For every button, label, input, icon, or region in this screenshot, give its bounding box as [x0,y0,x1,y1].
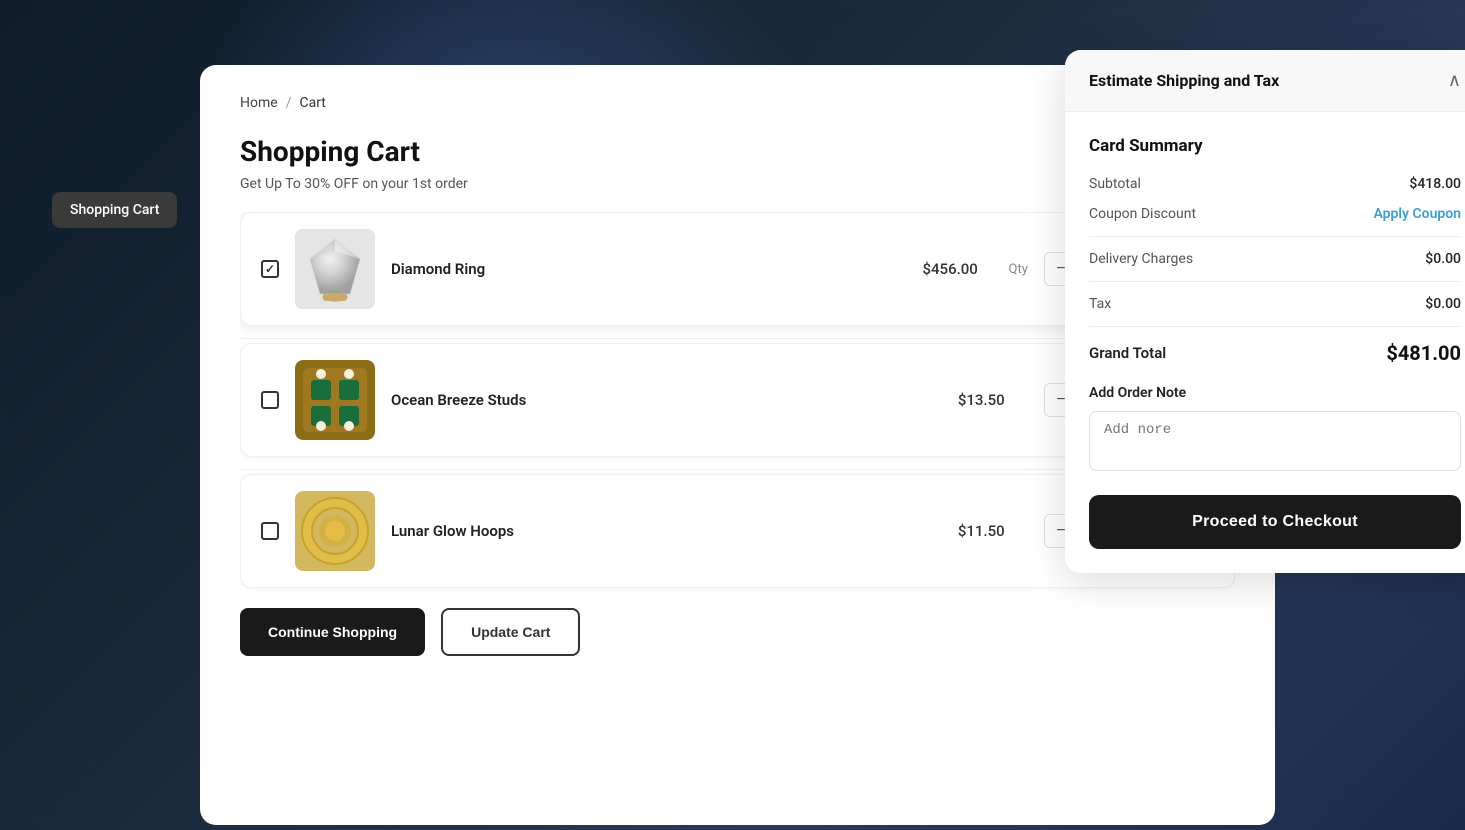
summary-divider-1 [1089,236,1461,237]
delivery-row: Delivery Charges $0.00 [1089,251,1461,267]
qty-label-1: Qty [1009,262,1028,277]
subtotal-value: $418.00 [1409,176,1461,192]
item-name-1: Diamond Ring [391,260,907,278]
order-note-input[interactable] [1089,411,1461,471]
tax-row: Tax $0.00 [1089,296,1461,312]
item-price-3: $11.50 [958,522,1028,540]
continue-shopping-button[interactable]: Continue Shopping [240,608,425,656]
breadcrumb-separator: / [286,95,292,111]
item-checkbox-1[interactable] [261,260,279,278]
item-name-3: Lunar Glow Hoops [391,522,942,540]
card-summary-title: Card Summary [1089,136,1461,156]
grand-total-row: Grand Total $481.00 [1089,341,1461,365]
chevron-up-icon: ∧ [1448,70,1461,91]
summary-panel: Estimate Shipping and Tax ∧ Card Summary… [1065,50,1465,573]
update-cart-button[interactable]: Update Cart [441,608,580,656]
coupon-label: Coupon Discount [1089,206,1196,222]
grand-total-label: Grand Total [1089,344,1166,362]
item-image-1 [295,229,375,309]
estimate-shipping-header[interactable]: Estimate Shipping and Tax ∧ [1065,50,1465,112]
cart-actions: Continue Shopping Update Cart [240,608,1235,656]
coupon-row: Coupon Discount Apply Coupon [1089,206,1461,222]
delivery-value: $0.00 [1425,251,1461,267]
tax-label: Tax [1089,296,1111,312]
grand-total-value: $481.00 [1386,341,1461,365]
checkout-button[interactable]: Proceed to Checkout [1089,495,1461,549]
tax-value: $0.00 [1425,296,1461,312]
item-image-2 [295,360,375,440]
item-price-2: $13.50 [958,391,1028,409]
item-name-2: Ocean Breeze Studs [391,391,942,409]
summary-divider-3 [1089,326,1461,327]
subtotal-label: Subtotal [1089,176,1141,192]
card-summary-section: Card Summary Subtotal $418.00 Coupon Dis… [1065,112,1465,573]
subtotal-row: Subtotal $418.00 [1089,176,1461,192]
breadcrumb-current: Cart [299,95,325,111]
item-checkbox-3[interactable] [261,522,279,540]
order-note-label: Add Order Note [1089,385,1461,401]
item-checkbox-2[interactable] [261,391,279,409]
delivery-label: Delivery Charges [1089,251,1193,267]
breadcrumb-home[interactable]: Home [240,95,278,111]
summary-divider-2 [1089,281,1461,282]
sidebar-shopping-cart-label[interactable]: Shopping Cart [52,192,177,228]
item-price-1: $456.00 [923,260,993,278]
estimate-title: Estimate Shipping and Tax [1089,71,1279,90]
item-image-3 [295,491,375,571]
apply-coupon-button[interactable]: Apply Coupon [1374,206,1462,222]
